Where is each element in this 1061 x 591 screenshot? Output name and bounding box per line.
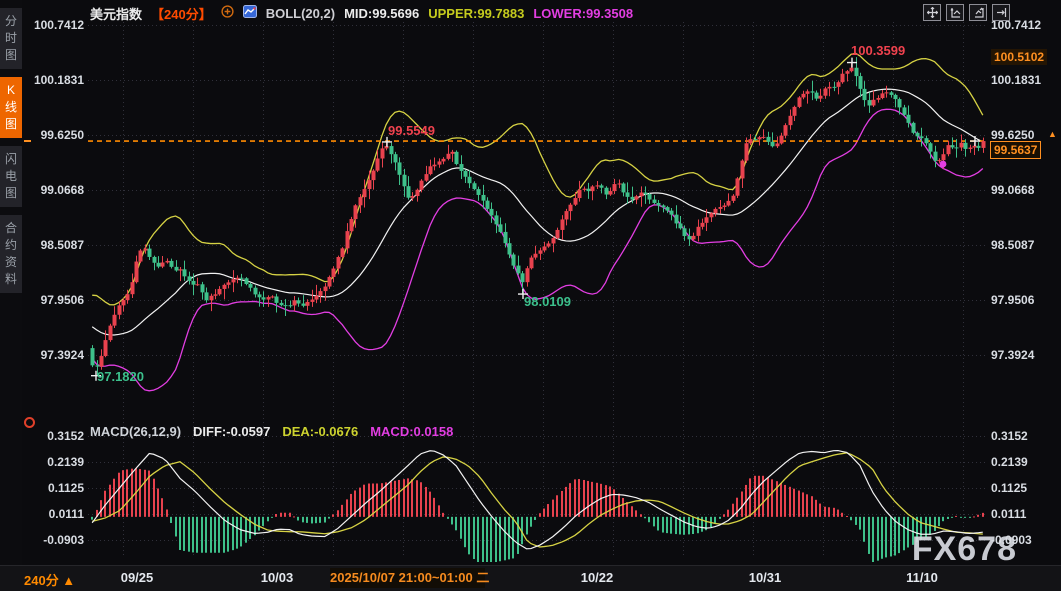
interval-label: 【240分】 bbox=[151, 4, 212, 23]
time-axis-label: 09/25 bbox=[92, 570, 182, 585]
price-up-arrow-icon: ▲ bbox=[1048, 129, 1057, 139]
price-axis-right-label: 99.6250 bbox=[991, 128, 1047, 142]
price-axis-right-label: 98.5087 bbox=[991, 238, 1047, 252]
period-selector[interactable]: 240分 ▲ bbox=[24, 570, 75, 589]
sidebar-item-3[interactable]: 合 约 资 料 bbox=[0, 215, 22, 293]
selected-candle-time: 2025/10/07 21:00~01:00 二 bbox=[330, 568, 485, 588]
chart-type-icon[interactable] bbox=[243, 5, 257, 21]
annotation-swing-high: 99.5549 bbox=[388, 123, 435, 138]
chart-header: 美元指数 【240分】 BOLL(20,2) MID:99.5696 UPPER… bbox=[90, 4, 633, 22]
macd-pane-icon[interactable] bbox=[24, 417, 35, 428]
move-crosshair-icon[interactable] bbox=[923, 4, 941, 21]
boll-mid-value: MID:99.5696 bbox=[344, 6, 419, 21]
price-axis-right-label: 100.1831 bbox=[991, 73, 1047, 87]
band-high-axis-tag: 100.5102 bbox=[991, 49, 1047, 65]
annotation-swing-high: 100.3599 bbox=[851, 43, 905, 58]
price-axis-left-label: 97.9506 bbox=[28, 293, 84, 307]
current-price-axis-tag: 99.5637 bbox=[990, 141, 1041, 159]
macd-header: MACD(26,12,9) DIFF:-0.0597 DEA:-0.0676 M… bbox=[90, 424, 453, 439]
annotation-swing-low: 98.0109 bbox=[524, 294, 571, 309]
sidebar-item-0[interactable]: 分 时 图 bbox=[0, 8, 22, 69]
scale-left-axis-icon[interactable] bbox=[946, 4, 964, 21]
macd-diff-value: DIFF:-0.0597 bbox=[193, 424, 270, 439]
macd-axis-right-label: 0.2139 bbox=[991, 455, 1047, 469]
sidebar-item-1[interactable]: K 线 图 bbox=[0, 77, 22, 138]
time-axis-bar: 240分 ▲ 2025/10/07 21:00~01:00 二 09/25 10/… bbox=[0, 565, 1061, 591]
sidebar-item-2[interactable]: 闪 电 图 bbox=[0, 146, 22, 207]
price-axis-left-label: 99.0668 bbox=[28, 183, 84, 197]
macd-axis-right-label: 0.0111 bbox=[991, 507, 1047, 521]
macd-axis-left-label: 0.1125 bbox=[28, 481, 84, 495]
time-axis-label: 10/22 bbox=[552, 570, 642, 585]
boll-lower-value: LOWER:99.3508 bbox=[533, 6, 633, 21]
macd-hist-value: MACD:0.0158 bbox=[370, 424, 453, 439]
macd-axis-left-label: 0.2139 bbox=[28, 455, 84, 469]
jump-to-latest-icon[interactable] bbox=[992, 4, 1010, 21]
time-axis-label: 10/31 bbox=[720, 570, 810, 585]
time-axis-label: 11/10 bbox=[877, 570, 967, 585]
macd-axis-right-label: 0.3152 bbox=[991, 429, 1047, 443]
boll-upper-value: UPPER:99.7883 bbox=[428, 6, 524, 21]
macd-dea-value: DEA:-0.0676 bbox=[282, 424, 358, 439]
macd-axis-left-label: -0.0903 bbox=[28, 533, 84, 547]
add-indicator-icon[interactable] bbox=[221, 5, 234, 21]
price-axis-right-label: 99.0668 bbox=[991, 183, 1047, 197]
chart-toolbar bbox=[923, 4, 1010, 21]
price-axis-left-label: 100.1831 bbox=[28, 73, 84, 87]
annotation-swing-low: 97.1820 bbox=[97, 369, 144, 384]
instrument-title: 美元指数 bbox=[90, 4, 142, 23]
scale-right-axis-icon[interactable] bbox=[969, 4, 987, 21]
price-axis-right-label: 97.3924 bbox=[991, 348, 1047, 362]
current-price-left-tick bbox=[24, 140, 31, 142]
price-axis-right-label: 97.9506 bbox=[991, 293, 1047, 307]
price-axis-left-label: 100.7412 bbox=[28, 18, 84, 32]
macd-axis-right-label: 0.1125 bbox=[991, 481, 1047, 495]
price-axis-left-label: 99.6250 bbox=[28, 128, 84, 142]
boll-indicator-label: BOLL(20,2) bbox=[266, 6, 335, 21]
price-axis-left-label: 97.3924 bbox=[28, 348, 84, 362]
watermark-logo: FX678 bbox=[912, 530, 1017, 569]
price-axis-left-label: 98.5087 bbox=[28, 238, 84, 252]
macd-indicator-label: MACD(26,12,9) bbox=[90, 424, 181, 439]
left-sidebar: 分 时 图 K 线 图闪 电 图合 约 资 料 bbox=[0, 0, 22, 565]
macd-axis-left-label: 0.3152 bbox=[28, 429, 84, 443]
time-axis-label: 10/03 bbox=[232, 570, 322, 585]
macd-axis-left-label: 0.0111 bbox=[28, 507, 84, 521]
chart-window: 分 时 图 K 线 图闪 电 图合 约 资 料 美元指数 【240分】 BOLL(… bbox=[0, 0, 1061, 590]
